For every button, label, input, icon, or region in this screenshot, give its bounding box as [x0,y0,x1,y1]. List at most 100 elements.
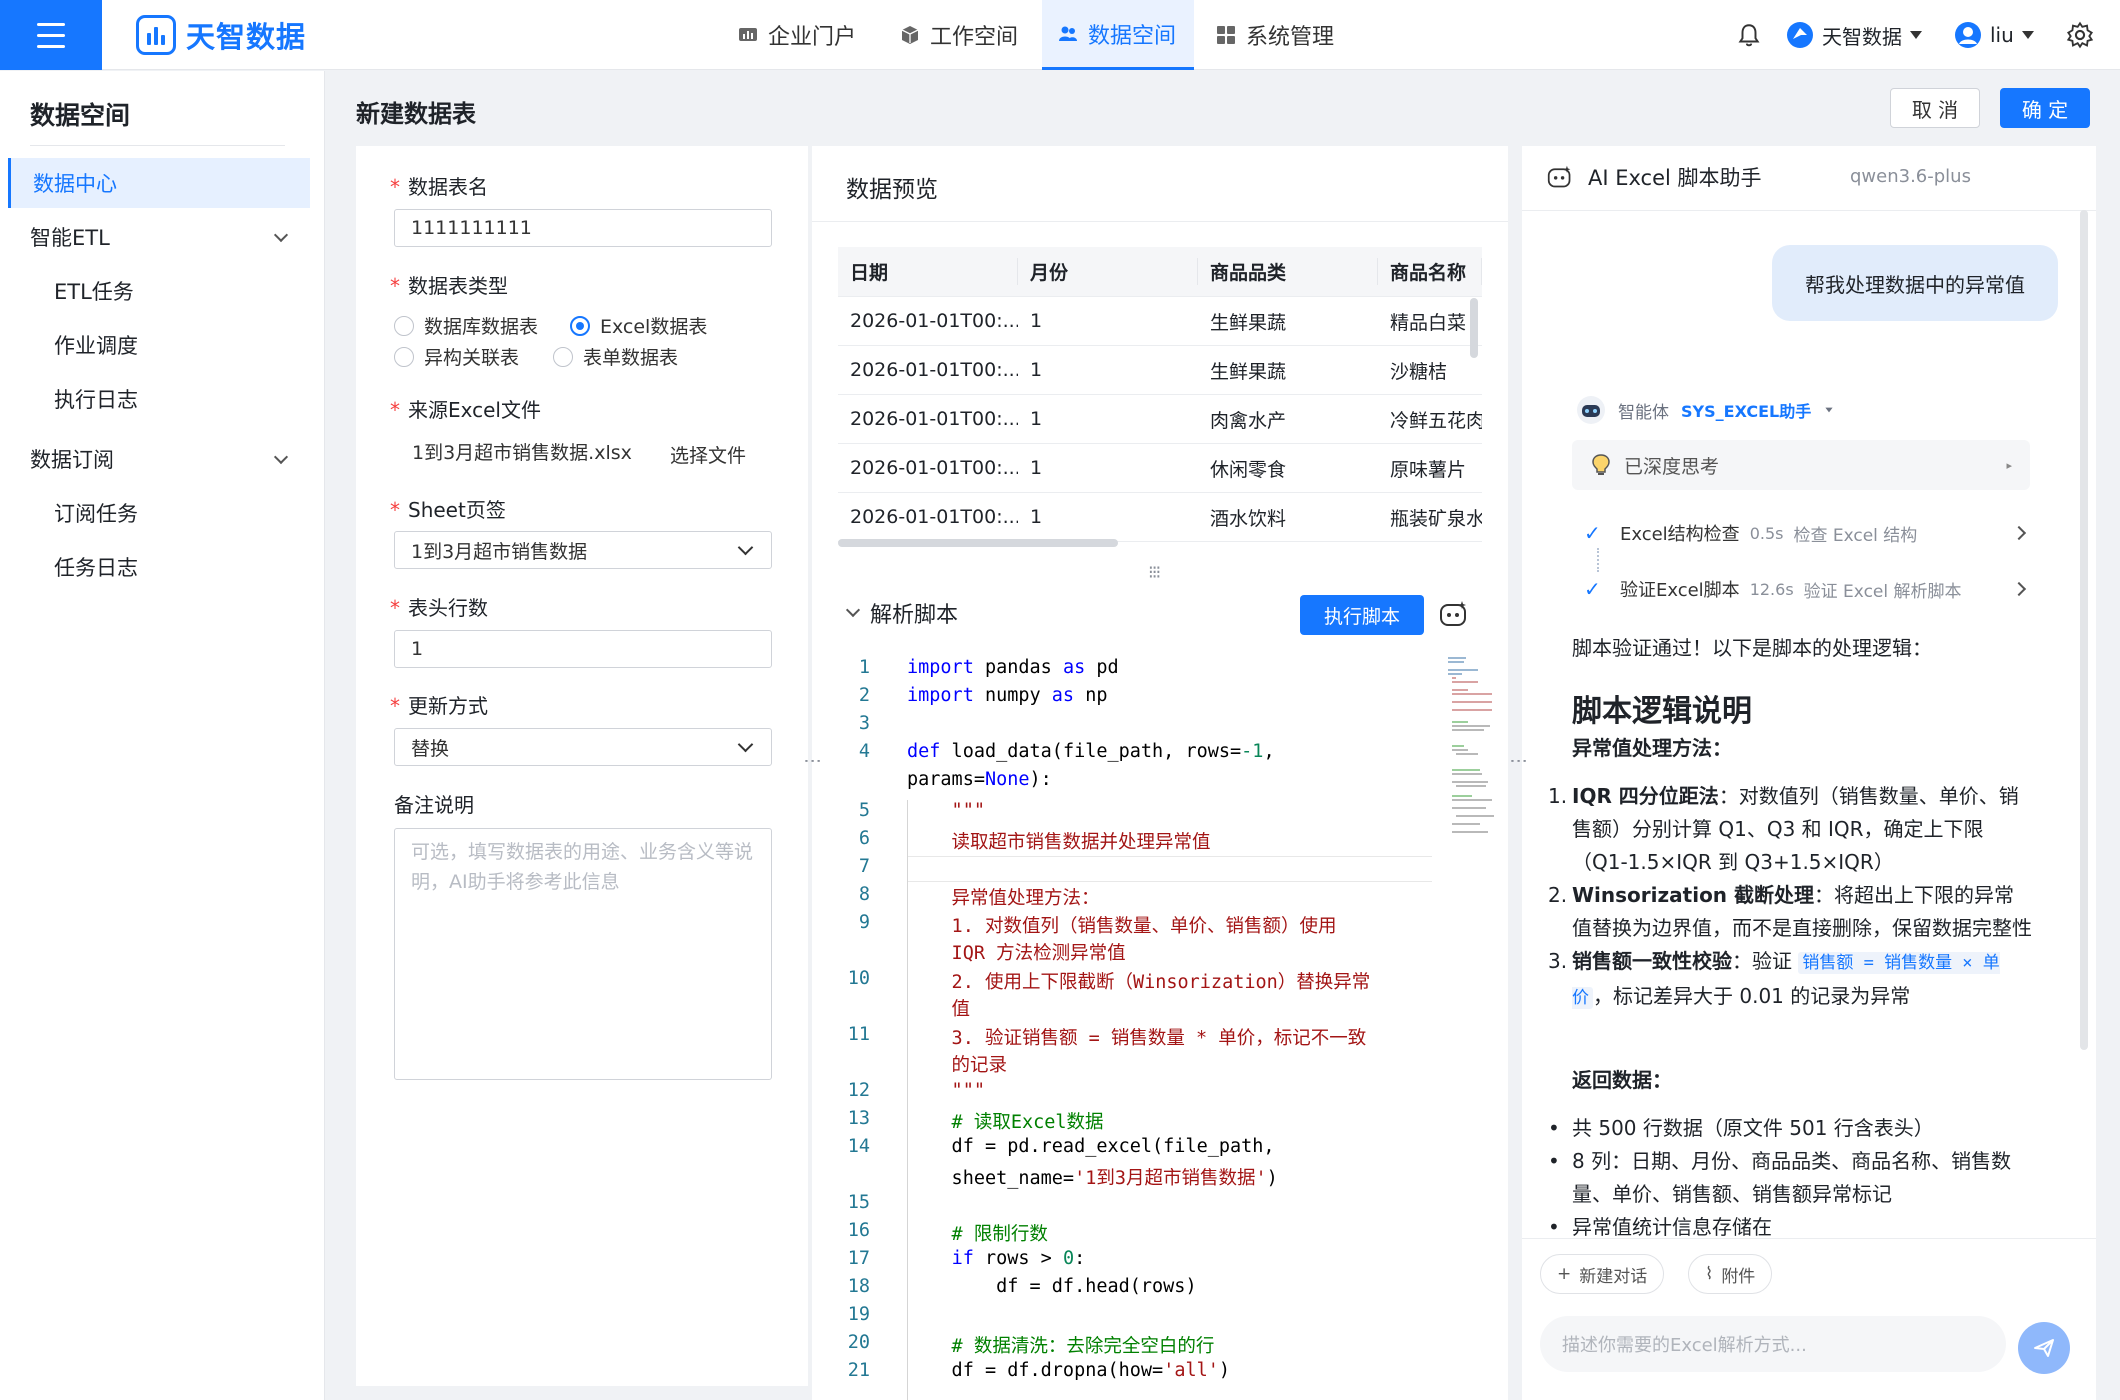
run-script-button[interactable]: 执行脚本 [1300,595,1424,635]
plus-icon: + [1557,1264,1572,1284]
user-message: 帮我处理数据中的异常值 [1772,245,2058,321]
label-text: Sheet页签 [408,498,506,522]
bullet: • [1548,1215,1560,1238]
ai-heading: 脚本逻辑说明 [1572,694,1752,729]
sidebar-item-job-schedule[interactable]: 作业调度 [8,320,310,370]
update-mode-select[interactable]: 替换 [394,728,772,766]
choose-file-button[interactable]: 选择文件 [670,441,746,468]
ai-chat-input[interactable]: 描述你需要的Excel解析方式... [1540,1316,2006,1372]
thinking-toggle[interactable]: 已深度思考 ▸ [1572,440,2030,490]
radio-database-table[interactable]: 数据库数据表 [394,312,538,339]
check-icon: ✓ [1584,577,1601,601]
nav-workspace[interactable]: 工作空间 [884,0,1034,70]
sidebar-item-etl-task[interactable]: ETL任务 [8,266,310,316]
step-validate-excel-script[interactable]: ✓ 验证Excel脚本 12.6s 验证 Excel 解析脚本 [1584,576,2027,602]
nav-label: 企业门户 [768,25,857,50]
confirm-button[interactable]: 确 定 [2000,88,2090,128]
file-name: 1到3月超市销售数据.xlsx [412,441,632,464]
select-value: 替换 [411,737,450,760]
nav-system[interactable]: 系统管理 [1200,0,1350,70]
sidebar-item-subscription-task[interactable]: 订阅任务 [8,488,310,538]
table-cell: 2026-01-01T00:... [850,408,1018,430]
sidebar-item-exec-log[interactable]: 执行日志 [8,374,310,424]
list-item-bold: IQR 四分位距法 [1572,784,1719,808]
send-button[interactable] [2018,1322,2070,1374]
script-section-toggle[interactable]: 解析脚本 [845,597,958,629]
select-value: 1到3月超市销售数据 [411,540,588,563]
vertical-scrollbar[interactable] [1470,298,1478,358]
radio-excel-table[interactable]: Excel数据表 [570,312,707,339]
list-item-text: 异常值统计信息存储在 [1572,1215,1772,1238]
step-name: 验证Excel脚本 [1620,580,1740,601]
table-cell: 沙糖桔 [1390,360,1448,383]
resize-handle-vertical[interactable]: ⁝⁝⁝ [1148,562,1161,583]
sheet-select[interactable]: 1到3月超市销售数据 [394,531,772,569]
ai-subheading: 异常值处理方法： [1572,736,1732,760]
chevron-down-icon [273,227,289,243]
cancel-button[interactable]: 取 消 [1890,88,1980,128]
sidebar-item-label: 作业调度 [54,334,138,358]
column-header: 月份 [1018,258,1198,285]
lightbulb-icon [1592,454,1610,475]
notification-button[interactable] [1736,0,1762,70]
table-row: 2026-01-01T00:... 1 酒水饮料 瓶装矿泉水 [838,493,1482,542]
radio-form-table[interactable]: 表单数据表 [553,343,678,370]
sidebar-item-task-log[interactable]: 任务日志 [8,542,310,592]
chevron-right-icon [2011,525,2027,541]
ai-assist-button[interactable] [1438,599,1470,634]
remark-label: 备注说明 [394,793,474,817]
code-editor[interactable]: 1 import pandas as pd 2 import numpy as np… [812,655,1512,1400]
attach-button[interactable]: ⌇ 附件 [1688,1254,1773,1294]
table-cell: 1 [1030,457,1043,479]
new-chat-button[interactable]: + 新建对话 [1540,1254,1665,1294]
bullet: • [1548,1149,1560,1173]
table-name-input[interactable]: 1111111111 [394,209,772,247]
list-item-text: ：验证 [1732,949,1799,973]
table-cell: 1 [1030,310,1043,332]
divider [1522,210,2096,211]
sidebar-item-label: 订阅任务 [54,502,138,526]
table-type-label: * 数据表类型 [390,274,508,298]
code-minimap[interactable] [1446,655,1496,845]
settings-button[interactable] [2066,0,2094,70]
brand-logo[interactable]: 天智数据 [136,14,306,56]
remark-textarea[interactable]: 可选，填写数据表的用途、业务含义等说明，AI助手将参考此信息 [394,828,772,1080]
list-item: 1. IQR 四分位距法：对数值列（销售数量、单价、销售额）分别计算 Q1、Q3 … [1548,780,2032,879]
caret-down-icon[interactable] [1825,407,1833,413]
radio-circle [394,315,414,336]
thinking-label: 已深度思考 [1624,455,1720,478]
sidebar-item-data-subscription[interactable]: 数据订阅 [8,434,310,484]
model-name[interactable]: qwen3.6-plus [1850,166,1971,187]
ai-subheading: 返回数据： [1572,1068,1672,1092]
radio-label: 异构关联表 [424,347,520,369]
sidebar-item-label: 智能ETL [30,226,110,250]
table-cell: 原味薯片 [1390,458,1467,481]
bell-icon [1738,24,1760,47]
check-icon: ✓ [1584,521,1601,545]
list-item: • 8 列：日期、月份、商品品类、商品名称、销售数量、单价、销售额、销售额异常标记 [1548,1145,2032,1211]
header-rows-input[interactable]: 1 [394,630,772,668]
horizontal-scrollbar[interactable] [838,539,1118,547]
robot-icon [1440,601,1466,626]
label-text: 更新方式 [408,694,488,718]
menu-toggle-button[interactable] [0,0,102,70]
table-row: 2026-01-01T00:... 1 肉禽水产 冷鲜五花肉 [838,395,1482,444]
radio-hetero-join-table[interactable]: 异构关联表 [394,343,519,370]
step-excel-structure-check[interactable]: ✓ Excel结构检查 0.5s 检查 Excel 结构 [1584,520,2027,546]
agent-avatar-icon [1577,396,1605,424]
table-row: 2026-01-01T00:... 1 生鲜果蔬 沙糖桔 [838,346,1482,395]
update-mode-label: * 更新方式 [390,694,488,718]
org-switcher[interactable]: 天智数据 [1786,0,1922,70]
chat-scrollbar[interactable] [2080,210,2088,1050]
list-item: • 共 500 行数据（原文件 501 行含表头） [1548,1112,2032,1145]
list-item: 3. 销售额一致性校验：验证 销售额 = 销售数量 × 单价 ，标记差异大于 0.0… [1548,945,2032,1015]
radio-circle-selected [570,315,590,336]
nav-dataspace[interactable]: 数据空间 [1042,0,1194,70]
header-rows-label: * 表头行数 [390,596,488,620]
preview-table: 日期 月份 商品品类 商品名称 2026-01-01T00:... 1 生鲜果蔬… [838,247,1482,547]
user-menu[interactable]: liu [1954,0,2034,70]
list-item-bold: 销售额一致性校验 [1572,949,1732,973]
sidebar-item-data-center[interactable]: 数据中心 [8,158,310,208]
nav-portal[interactable]: 企业门户 [722,0,872,70]
sidebar-item-smart-etl[interactable]: 智能ETL [8,212,310,262]
